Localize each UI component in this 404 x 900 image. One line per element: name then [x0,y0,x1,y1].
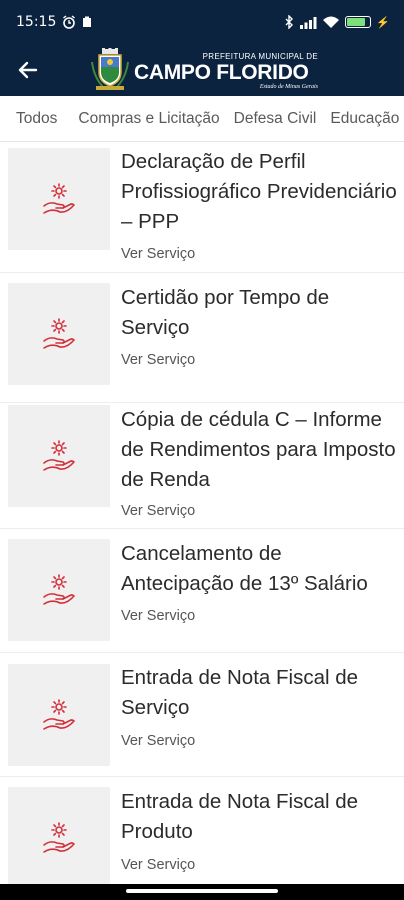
list-item[interactable]: Cancelamento de Antecipação de 13º Salár… [0,529,404,653]
logo-title: CAMPO FLORIDO [134,61,309,84]
system-nav-bar [0,884,404,900]
service-thumbnail [8,405,110,507]
service-thumbnail [8,148,110,250]
list-item[interactable]: Declaração de Perfil Profissiográfico Pr… [0,142,404,273]
service-thumbnail [8,283,110,385]
charging-icon: ⚡ [376,16,390,29]
service-thumbnail [8,787,110,889]
signal-icon [300,16,317,29]
service-title: Entrada de Nota Fiscal de Produto [121,790,359,843]
ver-servico-link[interactable]: Ver Serviço [121,246,195,262]
hand-gear-icon [43,699,75,730]
home-gesture-handle[interactable] [126,889,278,893]
category-tabs: Todos Compras e Licitação Defesa Civil E… [0,96,404,142]
hand-gear-icon [43,183,75,214]
ver-servico-link[interactable]: Ver Serviço [121,733,195,749]
back-arrow-icon [18,61,38,79]
service-thumbnail [8,664,110,766]
list-item[interactable]: Entrada de Nota Fiscal de Serviço Ver Se… [0,653,404,777]
status-time: 15:15 [16,14,57,30]
list-item[interactable]: Certidão por Tempo de Serviço Ver Serviç… [0,273,404,403]
tab-compras-licitacao[interactable]: Compras e Licitação [71,110,226,128]
tab-educacao[interactable]: Educação [323,110,404,128]
list-item[interactable]: Entrada de Nota Fiscal de Produto Ver Se… [0,777,404,889]
hand-gear-icon [43,440,75,471]
ver-servico-link[interactable]: Ver Serviço [121,503,195,519]
wifi-icon [323,16,340,28]
logo-line1: PREFEITURA MUNICIPAL DE [202,52,318,61]
alarm-icon [63,15,76,29]
ver-servico-link[interactable]: Ver Serviço [121,352,195,368]
bluetooth-icon [285,15,294,29]
status-bar: 15:15 ⚡ [0,0,404,44]
city-logo: PREFEITURA MUNICIPAL DE CAMPO FLORIDO Es… [90,46,324,94]
notification-icon [83,16,92,27]
service-title: Declaração de Perfil Profissiográfico Pr… [121,150,397,233]
tab-todos[interactable]: Todos [0,110,71,128]
service-title: Certidão por Tempo de Serviço [121,286,330,339]
service-title: Entrada de Nota Fiscal de Serviço [121,666,359,719]
logo-subtitle: Estado de Minas Gerais [259,84,318,90]
service-title: Cópia de cédula C – Informe de Rendiment… [121,408,396,491]
tab-defesa-civil[interactable]: Defesa Civil [227,110,324,128]
service-thumbnail [8,539,110,641]
service-title: Cancelamento de Antecipação de 13º Salár… [121,542,368,595]
back-button[interactable] [0,44,56,96]
battery-icon [345,16,372,28]
list-item[interactable]: Cópia de cédula C – Informe de Rendiment… [0,403,404,529]
hand-gear-icon [43,318,75,349]
ver-servico-link[interactable]: Ver Serviço [121,608,195,624]
hand-gear-icon [43,822,75,853]
app-bar: PREFEITURA MUNICIPAL DE CAMPO FLORIDO Es… [0,44,404,96]
coat-of-arms-icon [91,48,129,90]
ver-servico-link[interactable]: Ver Serviço [121,857,195,873]
hand-gear-icon [43,574,75,605]
